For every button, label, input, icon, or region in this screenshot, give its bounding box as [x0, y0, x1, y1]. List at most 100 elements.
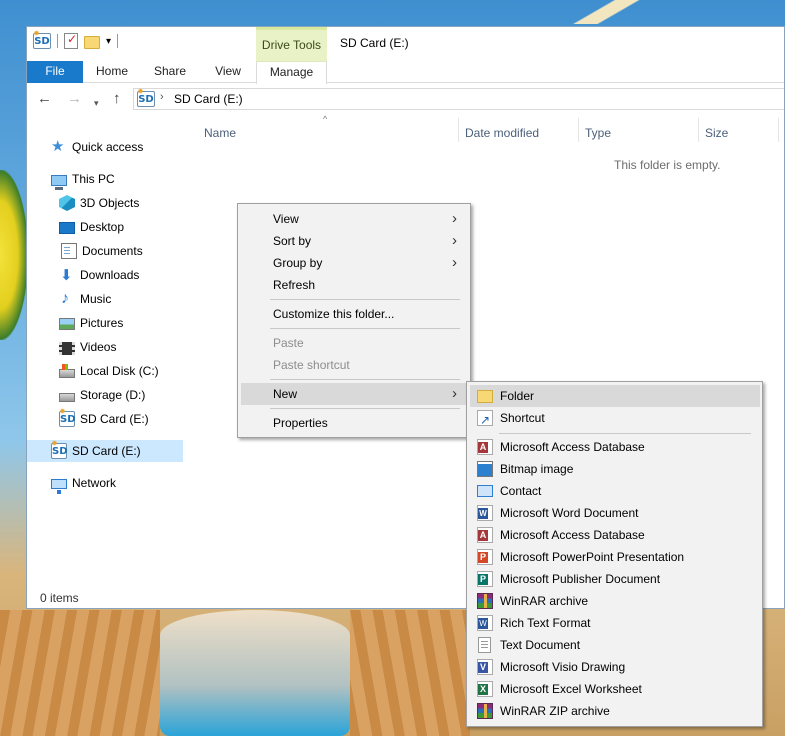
breadcrumb[interactable]: SD Card (E:): [174, 92, 243, 106]
drive-tools-tab-group: Drive Tools: [256, 27, 327, 61]
documents-icon: [61, 243, 77, 259]
column-divider[interactable]: [458, 118, 459, 142]
nav-local-disk[interactable]: Local Disk (C:): [59, 360, 181, 382]
nav-label: Downloads: [80, 268, 140, 282]
nav-sd-card[interactable]: SD SD Card (E:): [59, 408, 181, 430]
nav-label: 3D Objects: [80, 196, 140, 210]
contact-icon: [477, 485, 493, 497]
tab-file[interactable]: File: [27, 61, 83, 83]
nav-label: Network: [72, 476, 117, 490]
new-bitmap-item[interactable]: Bitmap image: [470, 458, 760, 480]
new-winrar-archive-item[interactable]: WinRAR archive: [470, 590, 760, 612]
menu-item-label: New: [273, 387, 298, 401]
menu-item-customize-folder[interactable]: Customize this folder...: [241, 303, 467, 325]
new-word-document-item[interactable]: Microsoft Word Document: [470, 502, 760, 524]
column-divider[interactable]: [578, 118, 579, 142]
folder-icon: [477, 390, 493, 403]
access-icon: [477, 527, 493, 543]
new-folder-icon[interactable]: [84, 35, 100, 49]
nav-sd-card-selected[interactable]: SD SD Card (E:): [27, 440, 183, 462]
rtf-icon: [477, 615, 493, 631]
tab-home[interactable]: Home: [88, 61, 136, 83]
nav-this-pc[interactable]: This PC: [51, 168, 181, 190]
nav-label: Desktop: [80, 220, 125, 234]
column-header-size[interactable]: Size: [705, 124, 775, 144]
wallpaper-table: [0, 610, 160, 736]
new-excel-item[interactable]: Microsoft Excel Worksheet: [470, 678, 760, 700]
new-access-database-item[interactable]: Microsoft Access Database: [470, 524, 760, 546]
toolbar-divider: [57, 34, 58, 48]
publisher-icon: [477, 571, 493, 587]
column-divider[interactable]: [698, 118, 699, 142]
submenu-item-label: Microsoft Excel Worksheet: [500, 682, 642, 696]
submenu-item-label: Rich Text Format: [500, 616, 591, 630]
new-contact-item[interactable]: Contact: [470, 480, 760, 502]
column-header-name[interactable]: Name: [204, 124, 454, 144]
tab-share[interactable]: Share: [146, 61, 194, 83]
column-divider[interactable]: [778, 118, 779, 142]
new-text-document-item[interactable]: Text Document: [470, 634, 760, 656]
breadcrumb-chevron-icon[interactable]: ›: [160, 91, 164, 103]
menu-separator: [270, 299, 460, 300]
nav-3d-objects[interactable]: 3D Objects: [59, 192, 181, 214]
nav-storage[interactable]: Storage (D:): [59, 384, 181, 406]
new-access-database-item[interactable]: Microsoft Access Database: [470, 436, 760, 458]
menu-item-sort-by[interactable]: Sort by ›: [241, 230, 467, 252]
customize-toolbar-icon[interactable]: ▾: [106, 36, 111, 47]
column-header-date-modified[interactable]: Date modified: [465, 124, 575, 144]
nav-quick-access[interactable]: Quick access: [51, 136, 181, 158]
new-folder-item[interactable]: Folder: [470, 385, 760, 407]
menu-item-new[interactable]: New ›: [241, 383, 467, 405]
nav-network[interactable]: Network: [51, 472, 181, 494]
menu-item-view[interactable]: View ›: [241, 208, 467, 230]
menu-separator: [499, 433, 751, 434]
submenu-item-label: WinRAR archive: [500, 594, 589, 608]
menu-item-refresh[interactable]: Refresh: [241, 274, 467, 296]
new-powerpoint-item[interactable]: Microsoft PowerPoint Presentation: [470, 546, 760, 568]
tab-view[interactable]: View: [204, 61, 252, 83]
menu-item-label: Sort by: [273, 234, 312, 248]
address-bar[interactable]: SD › SD Card (E:): [133, 88, 784, 110]
sd-card-icon[interactable]: SD: [33, 30, 51, 49]
nav-desktop[interactable]: Desktop: [59, 216, 181, 238]
context-menu: View › Sort by › Group by › Refresh Cust…: [237, 203, 471, 438]
nav-music[interactable]: Music: [59, 288, 181, 310]
winrar-icon: [477, 593, 493, 609]
new-visio-item[interactable]: Microsoft Visio Drawing: [470, 656, 760, 678]
nav-label: SD Card (E:): [80, 412, 149, 426]
pictures-icon: [59, 318, 75, 330]
tab-manage[interactable]: Manage: [256, 61, 327, 84]
nav-videos[interactable]: Videos: [59, 336, 181, 358]
nav-downloads[interactable]: Downloads: [59, 264, 181, 287]
menu-item-label: View: [273, 212, 299, 226]
menu-item-group-by[interactable]: Group by ›: [241, 252, 467, 274]
access-icon: [477, 439, 493, 455]
forward-arrow-icon[interactable]: →: [67, 90, 82, 108]
submenu-item-label: Microsoft Word Document: [500, 506, 639, 520]
nav-label: This PC: [72, 172, 115, 186]
chevron-right-icon: ›: [452, 210, 457, 227]
drive-icon: [59, 393, 75, 402]
menu-item-paste-shortcut: Paste shortcut: [273, 358, 350, 372]
wallpaper-rope: [565, 0, 645, 24]
column-header-type[interactable]: Type: [585, 124, 695, 144]
powerpoint-icon: [477, 549, 493, 565]
nav-label: Music: [80, 292, 112, 306]
nav-documents[interactable]: Documents: [59, 240, 181, 262]
nav-pictures[interactable]: Pictures: [59, 312, 181, 334]
properties-icon[interactable]: [64, 32, 78, 49]
computer-icon: [51, 174, 67, 190]
new-submenu: Folder Shortcut Microsoft Access Databas…: [466, 381, 763, 727]
back-arrow-icon[interactable]: ←: [37, 90, 52, 108]
new-shortcut-item[interactable]: Shortcut: [470, 407, 760, 431]
menu-item-label: Group by: [273, 256, 323, 270]
up-arrow-icon[interactable]: ↑: [113, 90, 121, 108]
wallpaper-glass: [160, 610, 350, 736]
new-rich-text-item[interactable]: Rich Text Format: [470, 612, 760, 634]
submenu-item-label: Microsoft Access Database: [500, 440, 645, 454]
new-winrar-zip-item[interactable]: WinRAR ZIP archive: [470, 700, 760, 722]
menu-item-properties[interactable]: Properties: [241, 412, 467, 434]
new-publisher-item[interactable]: Microsoft Publisher Document: [470, 568, 760, 590]
recent-locations-chevron-icon[interactable]: ▾: [94, 94, 99, 112]
nav-label: Documents: [82, 244, 143, 258]
